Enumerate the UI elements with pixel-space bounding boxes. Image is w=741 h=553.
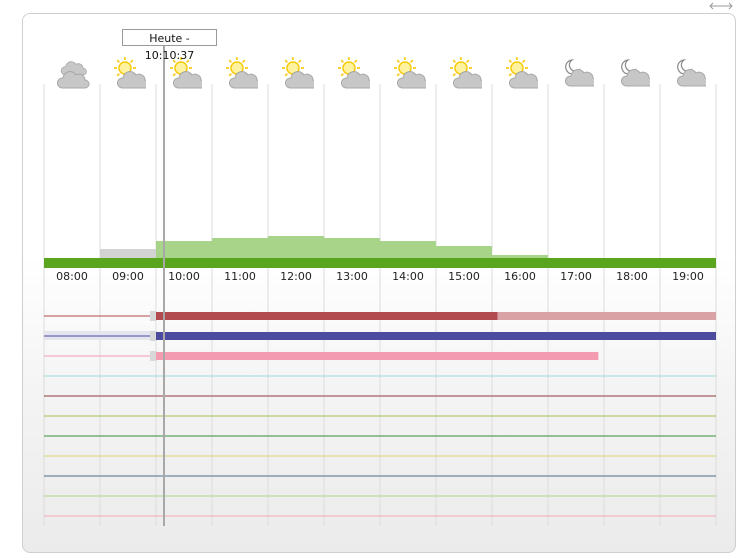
base-bar	[268, 258, 324, 268]
base-bar	[100, 258, 156, 268]
sun-cloud-icon	[112, 56, 146, 90]
hour-label: 12:00	[280, 270, 312, 283]
sun-cloud-icon	[392, 56, 426, 90]
level-bar	[324, 238, 380, 258]
track-start-marker	[150, 351, 156, 361]
base-bar	[324, 258, 380, 268]
sun-cloud-icon	[448, 56, 482, 90]
base-bar	[212, 258, 268, 268]
base-bar	[380, 258, 436, 268]
hour-label: 15:00	[448, 270, 480, 283]
base-bar	[492, 258, 548, 268]
level-bar	[492, 255, 548, 258]
current-time-tooltip: Heute - 10:10:37	[122, 29, 217, 62]
hour-label: 10:00	[168, 270, 200, 283]
hour-label: 17:00	[560, 270, 592, 283]
track-start-marker	[150, 331, 156, 341]
level-bar	[380, 241, 436, 258]
cloud-icon	[56, 56, 90, 90]
track-bar	[156, 352, 599, 360]
sun-cloud-icon	[504, 56, 538, 90]
base-bar	[604, 258, 660, 268]
level-bar	[436, 246, 492, 258]
track-start-marker	[150, 311, 156, 321]
sun-cloud-icon	[224, 56, 258, 90]
track-bar	[156, 332, 716, 340]
track-bar	[156, 312, 498, 320]
hour-label: 09:00	[112, 270, 144, 283]
base-bar	[548, 258, 604, 268]
level-bar	[212, 238, 268, 258]
sun-cloud-icon	[336, 56, 370, 90]
moon-cloud-icon	[672, 56, 706, 90]
hour-label: 16:00	[504, 270, 536, 283]
moon-cloud-icon	[560, 56, 594, 90]
base-bar	[44, 258, 100, 268]
hour-label: 08:00	[56, 270, 88, 283]
base-bar	[436, 258, 492, 268]
level-bar	[100, 249, 156, 258]
hour-label: 11:00	[224, 270, 256, 283]
hour-label: 13:00	[336, 270, 368, 283]
base-bar	[660, 258, 716, 268]
hour-label: 18:00	[616, 270, 648, 283]
hour-label: 19:00	[672, 270, 704, 283]
moon-cloud-icon	[616, 56, 650, 90]
track-bar-forecast	[497, 312, 716, 320]
level-bar	[268, 236, 324, 258]
hour-label: 14:00	[392, 270, 424, 283]
sun-cloud-icon	[280, 56, 314, 90]
